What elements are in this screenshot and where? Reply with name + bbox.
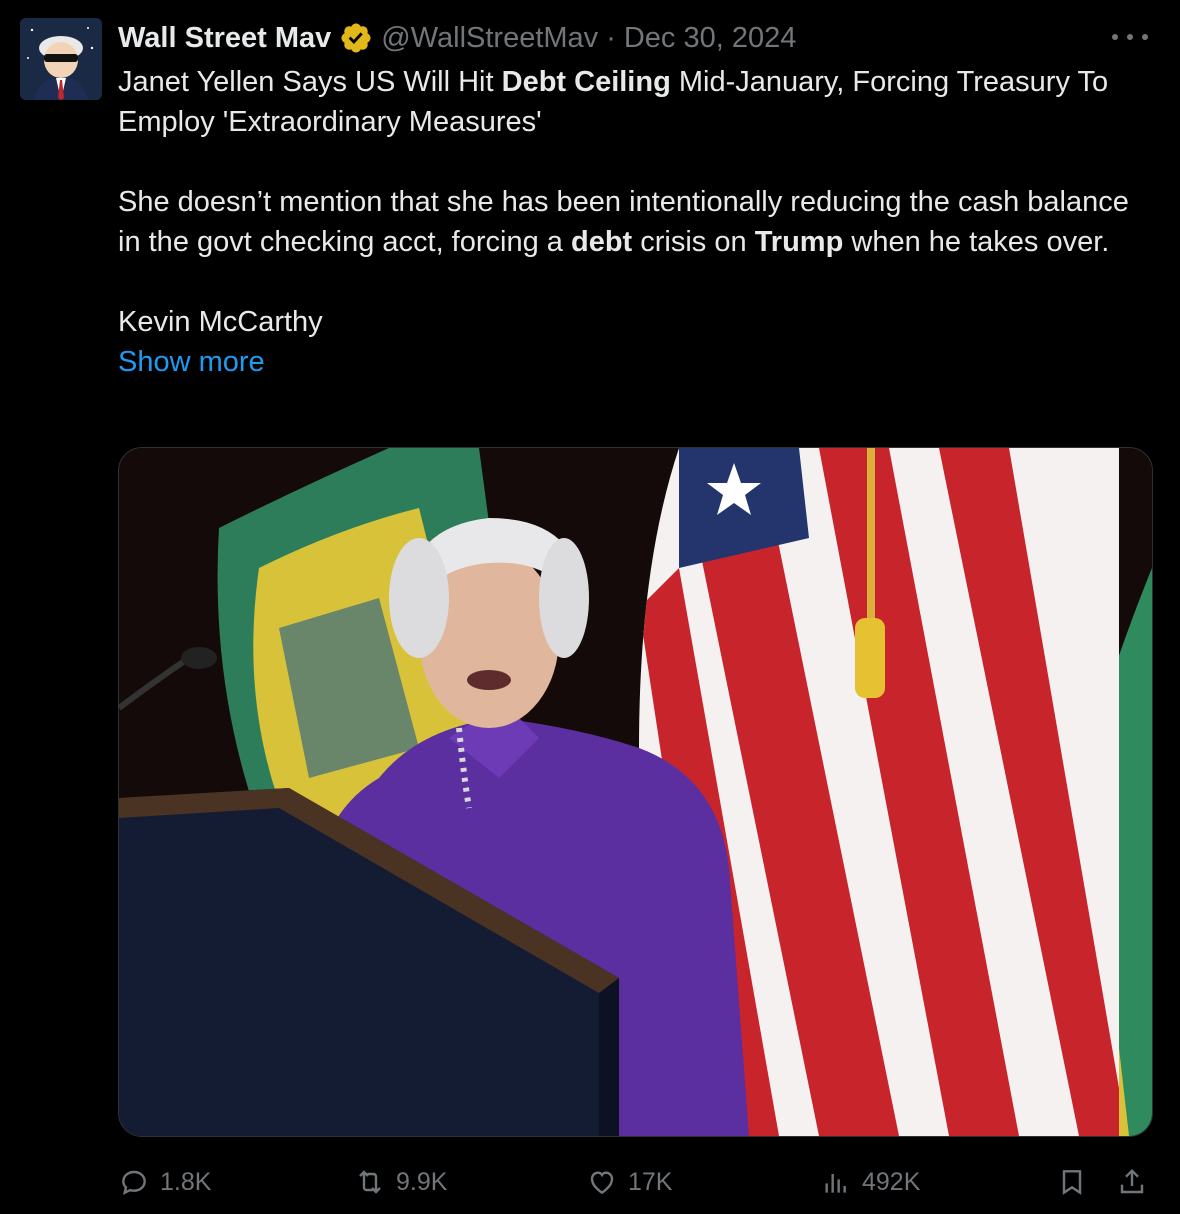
show-more-link[interactable]: Show more [118, 346, 265, 378]
more-dot-icon [1127, 34, 1133, 40]
tweet-photo[interactable] [118, 447, 1153, 1137]
share-icon [1120, 1168, 1144, 1194]
repost-icon [359, 1170, 381, 1194]
views-count: 492K [862, 1167, 921, 1196]
like-count: 17K [628, 1167, 673, 1196]
share-button[interactable] [1116, 1160, 1158, 1204]
repost-count: 9.9K [396, 1167, 448, 1196]
reply-count: 1.8K [160, 1167, 212, 1196]
bold-text: debt [570, 226, 633, 258]
bookmark-button[interactable] [1056, 1160, 1098, 1204]
text-segment: Janet Yellen Says US Will Hit [118, 66, 502, 98]
views-icon [825, 1174, 846, 1193]
more-options-button[interactable] [1112, 22, 1148, 52]
action-bar: 1.8K 9.9K 17K 492K [118, 1160, 1158, 1204]
like-button[interactable]: 17K [586, 1160, 672, 1204]
repost-button[interactable]: 9.9K [354, 1160, 447, 1204]
more-dot-icon [1142, 34, 1148, 40]
tweet-header: Wall Street Mav @WallStreetMav · Dec 30,… [118, 20, 796, 56]
heart-icon [590, 1171, 614, 1195]
text-segment: when he takes over. [843, 226, 1110, 258]
tweet: Wall Street Mav @WallStreetMav · Dec 30,… [0, 0, 1180, 1214]
separator-dot: · [606, 21, 616, 54]
bold-text: Trump [754, 226, 844, 258]
reply-button[interactable]: 1.8K [118, 1160, 211, 1204]
author-name[interactable]: Wall Street Mav [118, 22, 331, 55]
tweet-paragraph-3: Kevin McCarthy [118, 306, 323, 338]
post-date[interactable]: Dec 30, 2024 [624, 22, 797, 55]
views-button[interactable]: 492K [820, 1160, 920, 1204]
author-handle[interactable]: @WallStreetMav [381, 22, 598, 55]
text-segment: crisis on [632, 226, 755, 258]
tweet-paragraph-2: She doesn’t mention that she has been in… [118, 182, 1158, 262]
bold-text: Debt Ceiling [501, 66, 671, 98]
tweet-text: Janet Yellen Says US Will Hit Debt Ceili… [118, 62, 1158, 382]
verified-badge-icon [341, 23, 371, 53]
bookmark-icon [1062, 1170, 1082, 1195]
more-dot-icon [1112, 34, 1118, 40]
tweet-paragraph-1: Janet Yellen Says US Will Hit Debt Ceili… [118, 62, 1158, 142]
avatar[interactable] [20, 18, 102, 100]
reply-icon [122, 1170, 146, 1195]
